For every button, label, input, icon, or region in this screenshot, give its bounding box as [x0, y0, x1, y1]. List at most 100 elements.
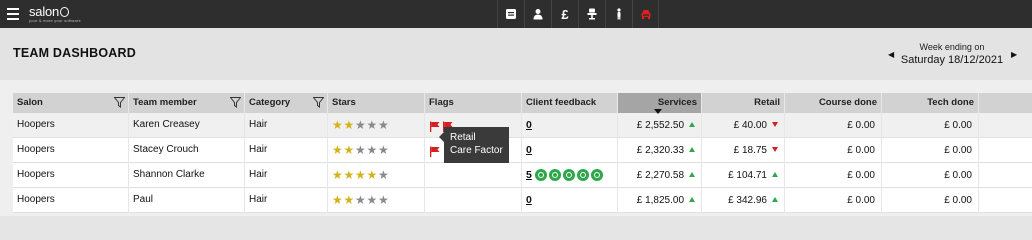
top-bar: salon your & more your software £: [0, 0, 1032, 28]
cell-category: Hair: [245, 113, 328, 138]
cell-services-value: £ 2,270.58: [636, 170, 684, 181]
table-row[interactable]: Hoopers Paul Hair ★ ★ ★ ★ ★ 0 £ 1,825.00 £ 342.96 £…: [13, 188, 1032, 213]
column-label: Services: [657, 97, 697, 108]
week-label: Week ending on: [919, 42, 985, 52]
column-header-category[interactable]: Category: [245, 93, 328, 113]
feedback-circle-icon: [548, 169, 561, 181]
table-row[interactable]: Hoopers Stacey Crouch Hair ★ ★ ★ ★ ★ 0 £ 2,320.33…: [13, 138, 1032, 163]
page-header: TEAM DASHBOARD ◀ Week ending on Saturday…: [0, 28, 1032, 80]
person-icon[interactable]: [524, 0, 551, 28]
flag-icon[interactable]: [429, 146, 441, 157]
star-rating: ★ ★ ★ ★ ★: [332, 118, 424, 132]
next-week-icon[interactable]: ▶: [1011, 50, 1017, 59]
tooltip-arrow: [439, 132, 444, 142]
cell-client-feedback: 0: [522, 138, 618, 163]
cell-team-member: Shannon Clarke: [129, 163, 245, 188]
table-body: Hoopers Karen Creasey Hair ★ ★ ★ ★ ★ 0 £ 2,552.50…: [13, 113, 1032, 213]
top-nav-icons: £: [497, 0, 659, 28]
star-icon: ★: [343, 168, 355, 182]
cell-stars: ★ ★ ★ ★ ★: [328, 163, 425, 188]
cell-retail-value: £ 40.00: [733, 120, 767, 131]
flag-icon[interactable]: [429, 121, 441, 132]
team-member-name: Shannon Clarke: [133, 169, 205, 180]
cell-tech-done: £ 0.00: [882, 163, 979, 188]
app-logo[interactable]: salon your & more your software: [29, 3, 81, 23]
page-title: TEAM DASHBOARD: [13, 46, 136, 60]
menu-icon[interactable]: [7, 8, 19, 20]
feedback-count-link[interactable]: 0: [526, 119, 532, 131]
table-header-row: Salon Team member Category Stars Flags C…: [13, 93, 1032, 114]
cell-client-feedback: 5: [522, 163, 618, 188]
star-icon: ★: [332, 143, 343, 157]
star-rating: ★ ★ ★ ★ ★: [332, 193, 424, 207]
column-header-flags[interactable]: Flags: [425, 93, 522, 113]
trend-up-icon: [772, 172, 778, 177]
feedback-count-link[interactable]: 5: [526, 169, 532, 181]
feedback-count-link[interactable]: 0: [526, 144, 532, 156]
week-value: Saturday 18/12/2021: [900, 54, 1004, 66]
cell-client-feedback: 0: [522, 188, 618, 213]
cell-course-done: £ 0.00: [785, 138, 882, 163]
cell-course-done: £ 0.00: [785, 163, 882, 188]
trend-down-icon: [772, 147, 778, 152]
cell-team-member: Karen Creasey: [129, 113, 245, 138]
column-header-salon[interactable]: Salon: [13, 93, 129, 113]
cell-services: £ 2,270.58: [618, 163, 702, 188]
pound-icon[interactable]: £: [551, 0, 578, 28]
table-row[interactable]: Hoopers Karen Creasey Hair ★ ★ ★ ★ ★ 0 £ 2,552.50…: [13, 113, 1032, 138]
feedback-count-link[interactable]: 0: [526, 194, 532, 206]
column-header-client-feedback[interactable]: Client feedback: [522, 93, 618, 113]
cell-salon: Hoopers: [13, 113, 129, 138]
filter-icon[interactable]: [114, 97, 125, 108]
category-name: Hair: [249, 194, 268, 205]
cell-stars: ★ ★ ★ ★ ★: [328, 188, 425, 213]
cell-tech-done-value: £ 0.00: [944, 195, 972, 206]
feedback-circle-icon: [590, 169, 603, 181]
column-header-stars[interactable]: Stars: [328, 93, 425, 113]
tooltip-line-1: Retail: [450, 132, 476, 143]
cell-retail: £ 18.75: [702, 138, 785, 163]
chair-icon[interactable]: [578, 0, 605, 28]
cell-course-done: £ 0.00: [785, 188, 882, 213]
cell-category: Hair: [245, 138, 328, 163]
star-icon: ★: [378, 168, 389, 182]
trend-up-icon: [689, 147, 695, 152]
column-header-retail[interactable]: Retail: [702, 93, 785, 113]
cell-course-done-value: £ 0.00: [847, 170, 875, 181]
cell-client-feedback: 0: [522, 113, 618, 138]
cell-course-done-value: £ 0.00: [847, 195, 875, 206]
calendar-icon[interactable]: [497, 0, 524, 28]
cell-retail: £ 104.71: [702, 163, 785, 188]
column-header-tech-done[interactable]: Tech done: [882, 93, 979, 113]
cell-course-done-value: £ 0.00: [847, 145, 875, 156]
car-icon[interactable]: [632, 0, 659, 28]
category-name: Hair: [249, 144, 268, 155]
star-icon: ★: [366, 193, 378, 207]
tooltip-line-2: Care Factor: [450, 145, 503, 156]
filter-icon[interactable]: [230, 97, 241, 108]
cell-retail-value: £ 342.96: [728, 195, 767, 206]
cell-tech-done: £ 0.00: [882, 113, 979, 138]
table-row[interactable]: Hoopers Shannon Clarke Hair ★ ★ ★ ★ ★ 5 £ 2,270.5…: [13, 163, 1032, 188]
cell-services: £ 1,825.00: [618, 188, 702, 213]
star-icon: ★: [355, 193, 366, 207]
column-label: Salon: [17, 97, 43, 108]
cell-flags: [425, 163, 522, 188]
cell-salon: Hoopers: [13, 138, 129, 163]
cell-tech-done-value: £ 0.00: [944, 145, 972, 156]
cell-retail-value: £ 104.71: [728, 170, 767, 181]
column-header-course-done[interactable]: Course done: [785, 93, 882, 113]
trend-up-icon: [689, 197, 695, 202]
column-header-team-member[interactable]: Team member: [129, 93, 245, 113]
team-member-name: Paul: [133, 194, 154, 205]
filter-icon[interactable]: [313, 97, 324, 108]
staff-icon[interactable]: [605, 0, 632, 28]
logo-text: salon: [29, 4, 60, 19]
feedback-rating: [534, 169, 603, 181]
cell-team-member: Paul: [129, 188, 245, 213]
cell-tech-done-value: £ 0.00: [944, 170, 972, 181]
cell-team-member: Stacey Crouch: [129, 138, 245, 163]
column-header-services[interactable]: Services: [618, 93, 702, 114]
cell-services-value: £ 2,552.50: [636, 120, 684, 131]
star-icon: ★: [355, 118, 366, 132]
